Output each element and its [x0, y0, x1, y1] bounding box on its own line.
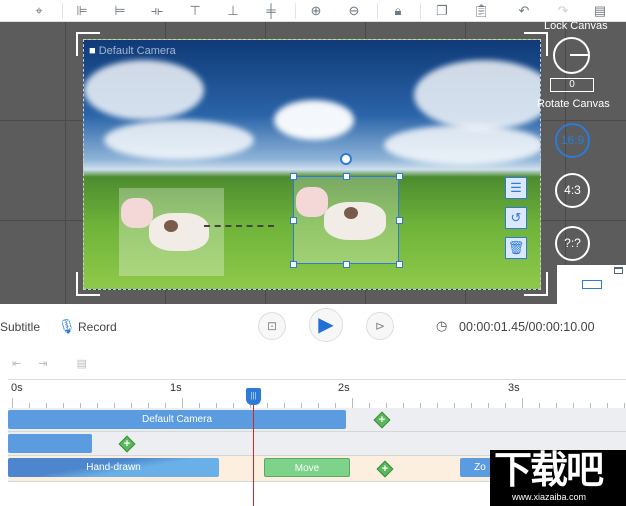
rotate-value-input[interactable]: 0: [550, 78, 594, 92]
lock-canvas-label: Lock Canvas: [544, 20, 608, 32]
zoom-in-icon[interactable]: ⊕: [308, 3, 324, 19]
location-lock-icon[interactable]: ⌖: [31, 3, 47, 19]
ruler-tick: [12, 398, 13, 408]
camera-label: ■ Default Camera: [89, 45, 176, 57]
ratio-16-9-button[interactable]: 16:9: [555, 123, 590, 158]
rotate-handle-icon[interactable]: [340, 153, 352, 165]
ruler-tick: [352, 398, 353, 408]
delete-icon[interactable]: 🗑︎: [505, 237, 527, 259]
add-animation-icon[interactable]: +: [118, 435, 136, 453]
subtitle-button[interactable]: Subtitle: [0, 320, 40, 334]
divider: [295, 3, 296, 19]
record-button[interactable]: Record: [78, 320, 117, 334]
clip-default-camera[interactable]: Default Camera: [8, 410, 346, 429]
maximize-icon[interactable]: [614, 267, 623, 274]
cow-ghost[interactable]: [119, 188, 224, 276]
copy-icon[interactable]: ❐: [434, 3, 450, 19]
toolbar: ⌖ ⊫ ⊨ ⟛ ⊤ ⊥ ╪ ⊕ ⊖ 🔒︎ ❐ 📋︎ ↶ ↷ ▤: [0, 0, 626, 22]
track-camera: Default Camera +: [8, 408, 626, 432]
ruler-label: 0s: [11, 382, 23, 394]
paste-icon[interactable]: 📋︎: [473, 3, 490, 19]
undo-icon[interactable]: ↶: [516, 3, 532, 19]
preview-icon: ⊡: [266, 319, 278, 333]
rotate-canvas-label: Rotate Canvas: [537, 98, 610, 110]
align-bottom-icon[interactable]: ⊥: [225, 3, 241, 19]
align-center-vertical-icon[interactable]: ⟛: [149, 3, 165, 19]
timeline-ruler[interactable]: 0s 1s 2s 3s: [8, 379, 626, 408]
playhead-handle[interactable]: |||: [246, 388, 261, 405]
playhead-line: [253, 392, 254, 506]
clip[interactable]: [8, 434, 92, 453]
next-frame-button[interactable]: ⊳: [366, 312, 394, 340]
divider: [420, 3, 421, 19]
bookmark-icon[interactable]: ▤: [77, 358, 87, 370]
add-animation-icon[interactable]: +: [373, 411, 391, 429]
ratio-4-3-button[interactable]: 4:3: [555, 173, 590, 208]
playback-controls: Subtitle 🎙︎ Record ⊡ ▶ ⊳ ◷ 00:00:01.45/0…: [0, 304, 626, 350]
time-display: 00:00:01.45/00:00:10.00: [459, 320, 595, 334]
add-animation-icon[interactable]: +: [376, 460, 394, 478]
next-frame-icon: ⊳: [374, 319, 386, 333]
clip-move[interactable]: Move: [264, 458, 350, 477]
clip-hand-drawn[interactable]: Hand-drawn: [8, 458, 219, 477]
lock-icon[interactable]: 🔒︎: [390, 3, 406, 19]
divider: [62, 3, 63, 19]
cow-selected[interactable]: [290, 153, 403, 268]
animation-menu-icon[interactable]: ☰: [505, 177, 527, 199]
canvas[interactable]: ■ Default Camera: [83, 39, 541, 290]
preview-button[interactable]: ⊡: [258, 312, 286, 340]
zoom-out-icon[interactable]: ⊖: [346, 3, 362, 19]
microphone-icon: 🎙︎: [58, 318, 76, 334]
timeline-toolbar: ⇤ ⇥ ▤: [12, 357, 87, 370]
ruler-label: 3s: [508, 382, 520, 394]
ruler-label: 2s: [338, 382, 350, 394]
camera-icon: ■: [89, 45, 96, 57]
ruler-tick: [182, 398, 183, 408]
clock-icon: ◷: [436, 318, 448, 333]
align-left-icon[interactable]: ⊫: [74, 3, 90, 19]
ruler-tick: [522, 398, 523, 408]
rotate-dial[interactable]: [553, 37, 590, 74]
motion-path: [204, 225, 274, 227]
minimap[interactable]: [557, 265, 626, 304]
timeline-settings-icon[interactable]: ▤: [592, 3, 608, 19]
play-icon: ▶: [318, 314, 334, 336]
divider: [377, 3, 378, 19]
replace-icon[interactable]: ↺: [505, 207, 527, 229]
play-button[interactable]: ▶: [309, 308, 343, 342]
ratio-custom-button[interactable]: ?:?: [555, 226, 590, 261]
insert-after-icon[interactable]: ⇥: [38, 358, 47, 370]
align-right-icon[interactable]: ⊨: [112, 3, 128, 19]
ruler-label: 1s: [170, 382, 182, 394]
insert-before-icon[interactable]: ⇤: [12, 358, 21, 370]
redo-icon[interactable]: ↷: [555, 3, 571, 19]
align-center-horizontal-icon[interactable]: ╪: [263, 3, 279, 19]
watermark-logo: 下载吧 www.xiazaiba.com: [490, 450, 626, 506]
align-top-icon[interactable]: ⊤: [187, 3, 203, 19]
